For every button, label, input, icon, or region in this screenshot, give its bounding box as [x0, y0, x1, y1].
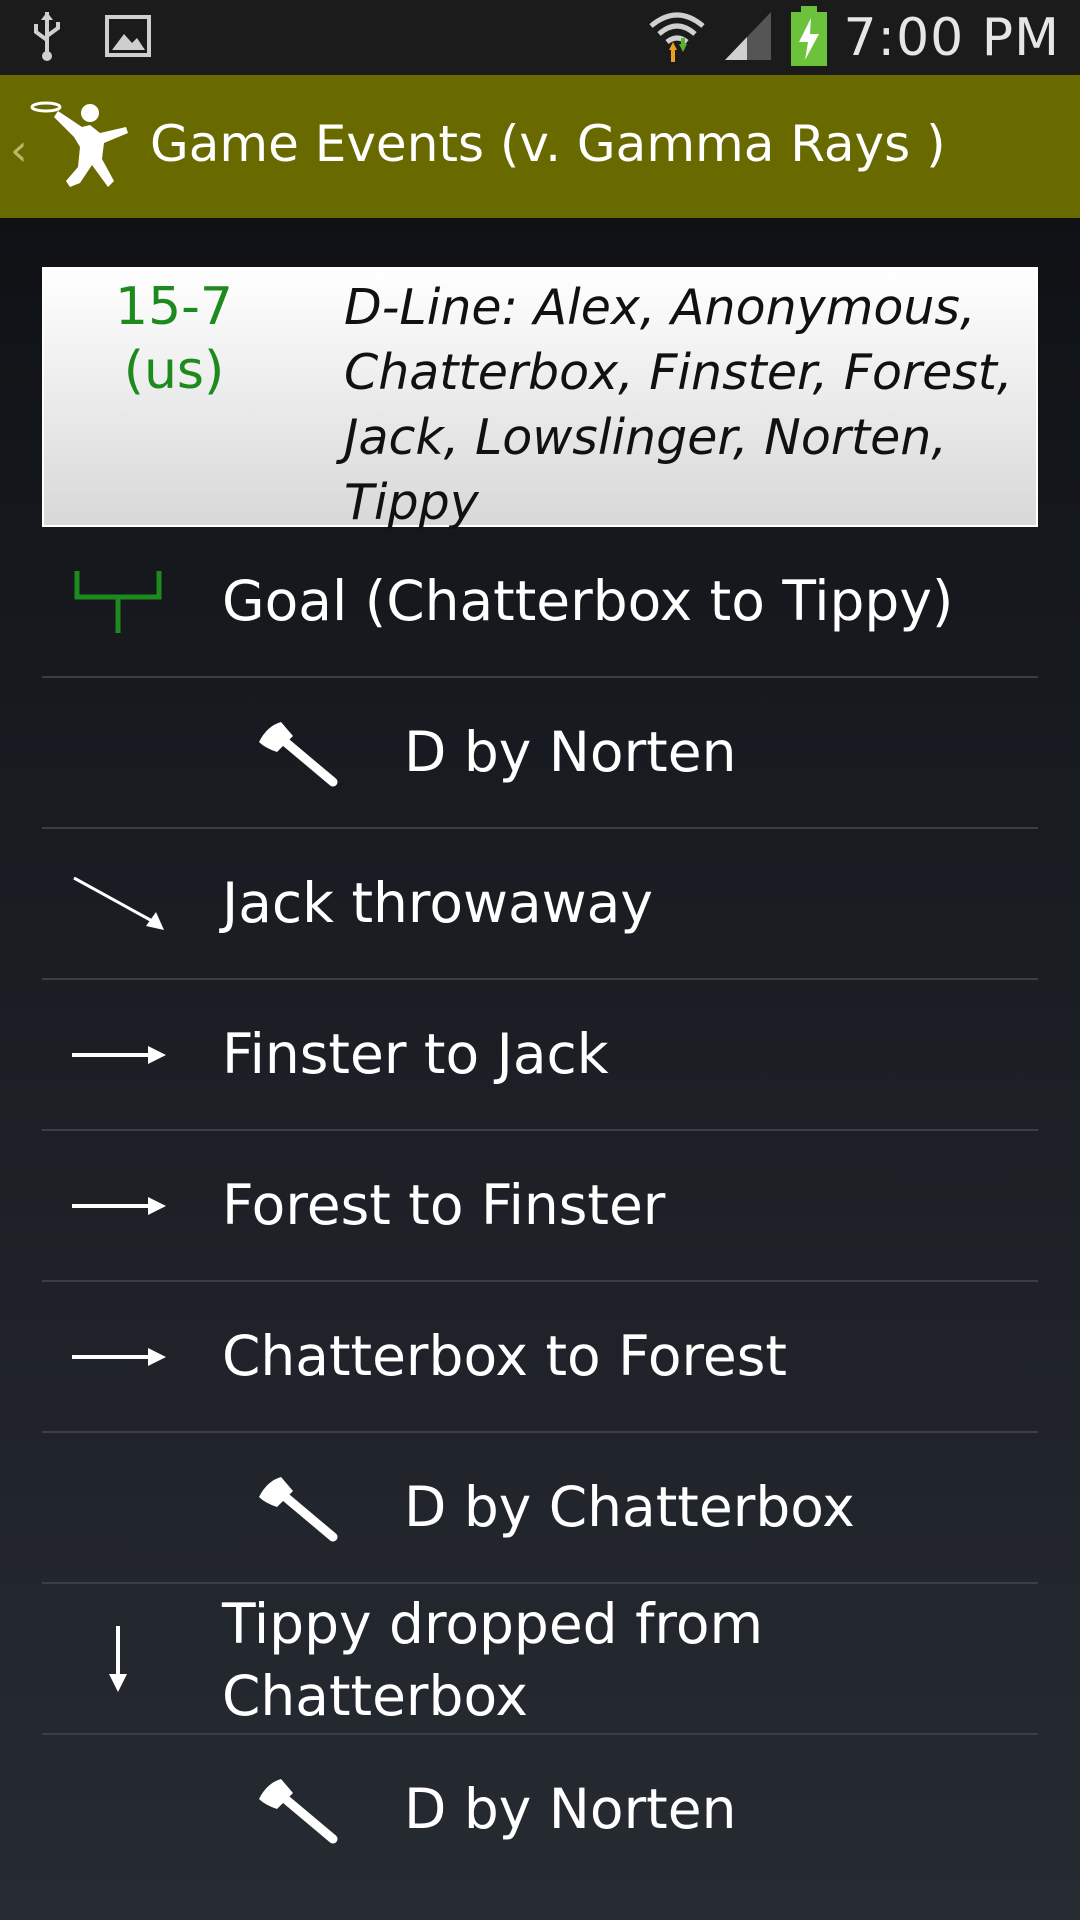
- score-text: 15-7: [114, 277, 233, 337]
- list-item[interactable]: D by Chatterbox: [42, 1433, 1038, 1584]
- score-card[interactable]: 15-7 (us) D-Line: Alex, Anonymous, Chatt…: [42, 267, 1038, 531]
- axe-icon: [248, 718, 348, 788]
- ultimate-player-logo-icon[interactable]: [30, 97, 140, 197]
- list-item[interactable]: Goal (Chatterbox to Tippy): [42, 527, 1038, 678]
- image-icon: [104, 14, 152, 62]
- event-text: Goal (Chatterbox to Tippy): [222, 569, 954, 633]
- event-text: Jack throwaway: [222, 871, 653, 935]
- event-text: D by Norten: [404, 720, 737, 784]
- goal-icon: [68, 567, 168, 637]
- pass-arrow-icon: [68, 1020, 168, 1090]
- list-item[interactable]: Finster to Jack: [42, 980, 1038, 1131]
- axe-icon: [248, 1473, 348, 1543]
- up-chevron-icon[interactable]: ‹: [10, 125, 28, 176]
- event-text: D by Chatterbox: [404, 1475, 855, 1539]
- event-text: Tippy dropped from Chatterbox: [222, 1592, 764, 1728]
- battery-charging-icon: [789, 4, 829, 72]
- score-value: 15-7 (us): [104, 275, 244, 403]
- signal-icon: [721, 8, 775, 68]
- status-bar: 7:00 PM: [0, 0, 1080, 75]
- pass-arrow-icon: [68, 1322, 168, 1392]
- drop-arrow-icon: [68, 1624, 168, 1694]
- page-title: Game Events (v. Gamma Rays ): [150, 115, 946, 173]
- event-text: D by Norten: [404, 1777, 737, 1841]
- score-side: (us): [123, 341, 225, 401]
- pass-arrow-icon: [68, 1171, 168, 1241]
- axe-icon: [248, 1775, 348, 1845]
- event-text: Finster to Jack: [222, 1022, 609, 1086]
- list-item[interactable]: Chatterbox to Forest: [42, 1282, 1038, 1433]
- event-list: Goal (Chatterbox to Tippy) D by Norten J…: [42, 527, 1038, 1886]
- status-clock: 7:00 PM: [843, 8, 1060, 68]
- list-item[interactable]: D by Norten: [42, 678, 1038, 829]
- throwaway-arrow-icon: [68, 869, 168, 939]
- usb-icon: [30, 10, 64, 66]
- event-text: Chatterbox to Forest: [222, 1324, 787, 1388]
- list-item[interactable]: D by Norten: [42, 1735, 1038, 1886]
- wifi-icon: [647, 8, 707, 68]
- list-item[interactable]: Tippy dropped from Chatterbox: [42, 1584, 1038, 1735]
- list-item[interactable]: Jack throwaway: [42, 829, 1038, 980]
- action-bar: ‹ Game Events (v. Gamma Rays ): [0, 75, 1080, 218]
- list-item[interactable]: Forest to Finster: [42, 1131, 1038, 1282]
- line-players: D-Line: Alex, Anonymous, Chatterbox, Fin…: [344, 279, 1013, 531]
- event-text: Forest to Finster: [222, 1173, 666, 1237]
